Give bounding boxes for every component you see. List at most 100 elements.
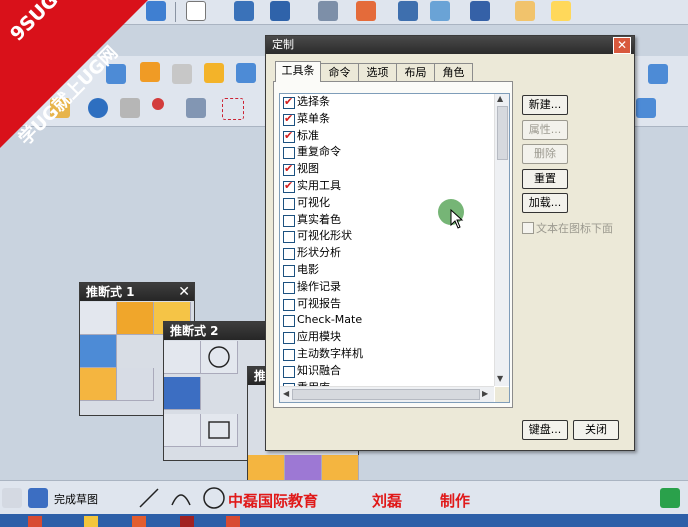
cylinder-icon[interactable]: [80, 335, 117, 368]
show-constraints-icon[interactable]: [660, 488, 680, 508]
list-item[interactable]: 实用工具: [280, 178, 494, 195]
dialog-titlebar[interactable]: 定制 ✕: [266, 36, 634, 54]
new-button[interactable]: 新建...: [522, 95, 568, 115]
list-item[interactable]: Check-Mate: [280, 312, 494, 329]
close-icon[interactable]: ✕: [178, 283, 190, 301]
sketch-icon[interactable]: [2, 488, 22, 508]
tab-toolbars[interactable]: 工具条: [275, 61, 321, 82]
palette-title[interactable]: 推断式 1 ✕: [80, 283, 194, 301]
taskbar-help-icon[interactable]: [84, 516, 98, 527]
blend-icon[interactable]: [204, 63, 224, 83]
tab-options[interactable]: 选项: [358, 63, 397, 81]
line-icon[interactable]: [164, 414, 201, 447]
list-item[interactable]: 菜单条: [280, 111, 494, 128]
ruler-icon[interactable]: [515, 1, 535, 21]
finish-sketch-label[interactable]: 完成草图: [54, 491, 98, 507]
taskbar-app-icon[interactable]: [226, 516, 240, 527]
list-item[interactable]: 电影: [280, 262, 494, 279]
close-button[interactable]: 关闭: [573, 420, 619, 440]
list-item[interactable]: 重复命令: [280, 144, 494, 161]
load-button[interactable]: 加载...: [522, 193, 568, 213]
profile-icon[interactable]: [164, 341, 201, 374]
taskbar-app-icon[interactable]: [132, 516, 146, 527]
scroll-up-icon[interactable]: ▲: [497, 94, 503, 103]
list-item[interactable]: 知识融合: [280, 363, 494, 380]
horizontal-scrollbar[interactable]: ◀ ▶: [280, 386, 494, 402]
toolbar-checkbox[interactable]: [283, 231, 295, 244]
checkbox-box[interactable]: [522, 222, 534, 234]
layer-icon[interactable]: [318, 1, 338, 21]
feature-icon[interactable]: [117, 302, 154, 335]
scroll-thumb[interactable]: [497, 106, 508, 160]
intersection-icon[interactable]: [512, 488, 532, 508]
toolbar-checkbox[interactable]: [283, 111, 295, 128]
face-icon[interactable]: [80, 368, 117, 401]
vertical-scrollbar[interactable]: ▲ ▼: [494, 94, 509, 386]
delete-button[interactable]: 删除: [522, 144, 568, 164]
properties-button[interactable]: 属性...: [522, 120, 568, 140]
cone-icon[interactable]: [117, 368, 154, 401]
toolbar-checkbox[interactable]: [283, 161, 295, 178]
toolbar-checkbox[interactable]: [283, 298, 295, 311]
constraint-icon[interactable]: [186, 98, 206, 118]
tab-roles[interactable]: 角色: [434, 63, 473, 81]
analysis-icon[interactable]: [398, 1, 418, 21]
cube-view-icon[interactable]: [648, 64, 668, 84]
trim-icon[interactable]: [548, 488, 568, 508]
list-item[interactable]: 视图: [280, 161, 494, 178]
toolbar-checkbox[interactable]: [283, 214, 295, 227]
scroll-right-icon[interactable]: ▶: [482, 389, 488, 398]
profile-icon[interactable]: [104, 488, 124, 508]
protractor-icon[interactable]: [551, 1, 571, 21]
toolbar-checkbox[interactable]: [283, 332, 295, 345]
dimension-icon[interactable]: [596, 488, 616, 508]
line-icon[interactable]: [138, 487, 160, 509]
toolbar-checkbox[interactable]: [283, 281, 295, 294]
list-item[interactable]: 主动数字样机: [280, 346, 494, 363]
box-select-icon[interactable]: [222, 98, 244, 120]
circle-icon[interactable]: [201, 341, 238, 374]
finish-sketch-icon[interactable]: [28, 488, 48, 508]
geometric-constraint-icon[interactable]: [628, 488, 648, 508]
constraint-icon[interactable]: [480, 488, 500, 508]
toolbar-checkbox[interactable]: [283, 264, 295, 277]
toolbar-checkbox[interactable]: [283, 348, 295, 361]
toolbar-checkbox[interactable]: [283, 315, 295, 328]
tab-layout[interactable]: 布局: [396, 63, 435, 81]
arc-icon[interactable]: [170, 487, 192, 509]
keyboard-button[interactable]: 键盘...: [522, 420, 568, 440]
rectangle-icon[interactable]: [201, 414, 238, 447]
rectangle-icon[interactable]: [186, 1, 206, 21]
taskbar-app-icon[interactable]: [28, 516, 42, 527]
list-item[interactable]: 操作记录: [280, 279, 494, 296]
toolbar-list[interactable]: 选择条菜单条标准重复命令视图实用工具可视化真实着色可视化形状形状分析电影操作记录…: [279, 93, 510, 403]
point-icon[interactable]: [152, 98, 164, 110]
list-item[interactable]: 可视报告: [280, 296, 494, 313]
chamfer-icon[interactable]: [236, 63, 256, 83]
palette-title[interactable]: 推断式 2: [164, 322, 274, 340]
shaded-view-icon[interactable]: [636, 98, 656, 118]
finish-sketch-icon[interactable]: [164, 377, 201, 410]
list-item[interactable]: 标准: [280, 128, 494, 144]
measure-icon[interactable]: [430, 1, 450, 21]
transform-icon[interactable]: [234, 1, 254, 21]
list-item[interactable]: 选择条: [280, 94, 494, 111]
list-item[interactable]: 形状分析: [280, 245, 494, 262]
list-item[interactable]: 应用模块: [280, 329, 494, 346]
move-icon[interactable]: [270, 1, 290, 21]
coordinate-icon[interactable]: [80, 302, 117, 335]
toolbar-checkbox[interactable]: [283, 365, 295, 378]
scroll-down-icon[interactable]: ▼: [497, 374, 503, 383]
display-icon[interactable]: [470, 1, 490, 21]
toolbar-checkbox[interactable]: [283, 128, 295, 144]
list-item[interactable]: 可视化形状: [280, 228, 494, 245]
wcs-icon[interactable]: [356, 1, 376, 21]
scroll-left-icon[interactable]: ◀: [283, 389, 289, 398]
close-icon[interactable]: ✕: [613, 37, 631, 54]
toolbar-checkbox[interactable]: [283, 147, 295, 160]
tab-commands[interactable]: 命令: [320, 63, 359, 81]
customize-dialog[interactable]: 定制 ✕ 工具条 命令 选项 布局 角色 选择条菜单条标准重复命令视图实用工具可…: [265, 35, 635, 451]
toolbar-checkbox[interactable]: [283, 248, 295, 261]
toolbar-checkbox[interactable]: [283, 94, 295, 111]
reset-button[interactable]: 重置: [522, 169, 568, 189]
